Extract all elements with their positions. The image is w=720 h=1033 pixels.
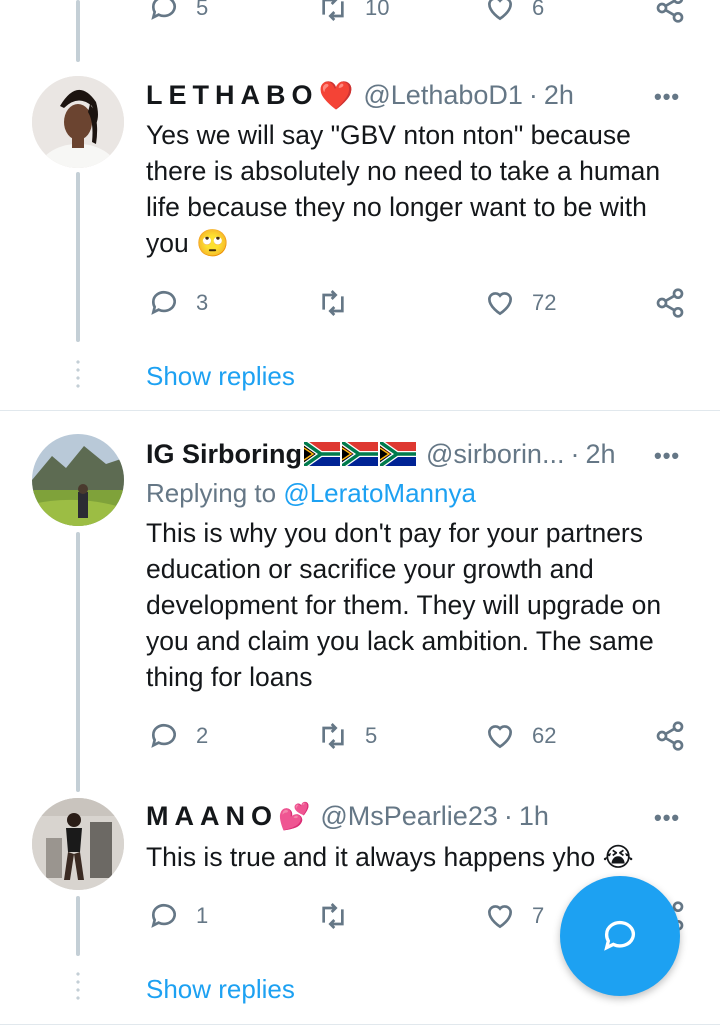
like-count: 72 (532, 290, 557, 315)
tweet-header: MAANO 💕 @MsPearlie23 · 1h (146, 799, 549, 833)
south-africa-flag-icon (342, 442, 379, 466)
compose-reply-button[interactable] (560, 876, 680, 996)
avatar-maano[interactable] (32, 798, 124, 890)
crying-emoji: 😭 (602, 842, 634, 872)
heart-icon (487, 292, 513, 316)
share-button[interactable] (654, 287, 686, 319)
display-name[interactable]: LETHABO (146, 80, 319, 111)
profile-photo (32, 76, 124, 168)
like-count: 6 (532, 0, 545, 20)
heart-icon (487, 0, 513, 21)
reply-icon (151, 290, 176, 315)
thread-line (76, 896, 80, 956)
like-button[interactable]: 72 (484, 287, 556, 319)
tweet-header: IG Sirboring @sirborin... · 2h (146, 437, 616, 471)
reply-count: 2 (196, 723, 209, 748)
reply-button[interactable]: 2 (148, 720, 208, 752)
retweet-button-prev[interactable]: 10 (317, 0, 389, 24)
like-count: 7 (532, 903, 545, 928)
reply-icon (151, 903, 176, 928)
profile-photo (32, 434, 124, 526)
more-options-icon[interactable]: ••• (654, 805, 680, 831)
show-replies-link[interactable]: Show replies (146, 974, 295, 1005)
heart-icon (487, 905, 513, 929)
share-icon (656, 288, 684, 318)
retweet-count: 10 (365, 0, 390, 20)
timestamp[interactable]: 1h (519, 801, 549, 832)
reply-button[interactable]: 3 (148, 287, 208, 319)
retweet-icon (322, 290, 344, 316)
like-count: 62 (532, 723, 557, 748)
separator: · (503, 800, 513, 831)
handle[interactable]: @sirborin... (426, 439, 564, 470)
divider (0, 1024, 720, 1025)
tweet-header: LETHABO ❤️ @LethaboD1 · 2h (146, 78, 574, 112)
like-button[interactable]: 7 (484, 900, 544, 932)
tweet-text: This is true and it always happens yho 😭 (146, 839, 696, 875)
heart-icon (487, 725, 513, 749)
thread-dots (76, 970, 80, 1002)
like-button-prev[interactable]: 6 (484, 0, 544, 24)
reply-icon (151, 723, 176, 748)
retweet-icon (322, 0, 344, 21)
more-options-icon[interactable]: ••• (654, 443, 680, 469)
tweet-text: This is why you don't pay for your partn… (146, 518, 662, 692)
retweet-button[interactable]: 5 (317, 720, 377, 752)
eye-roll-emoji: 🙄 (196, 228, 230, 258)
reply-count: 3 (196, 290, 209, 315)
share-icon (656, 721, 684, 751)
show-replies-link[interactable]: Show replies (146, 361, 295, 392)
retweet-icon (322, 903, 344, 929)
avatar-lethabo[interactable] (32, 76, 124, 168)
timestamp[interactable]: 2h (585, 439, 615, 470)
retweet-icon (322, 723, 344, 749)
mention-link[interactable]: @LeratoMannya (283, 478, 476, 508)
more-options-icon[interactable]: ••• (654, 84, 680, 110)
reply-button[interactable]: 1 (148, 900, 208, 932)
share-icon (656, 0, 684, 23)
avatar-sirboring[interactable] (32, 434, 124, 526)
retweet-button[interactable] (317, 287, 365, 319)
south-africa-flag-icon (380, 442, 417, 466)
reply-button-prev[interactable]: 5 (148, 0, 208, 24)
thread-line (76, 532, 80, 792)
thread-line (76, 172, 80, 342)
separator: · (570, 438, 580, 469)
profile-photo (32, 798, 124, 890)
replying-to: Replying to @LeratoMannya (146, 478, 476, 509)
handle[interactable]: @LethaboD1 (363, 80, 523, 111)
chat-bubble-icon (604, 920, 635, 951)
like-button[interactable]: 62 (484, 720, 556, 752)
replying-to-label: Replying to (146, 478, 277, 508)
timestamp[interactable]: 2h (544, 80, 574, 111)
retweet-button[interactable] (317, 900, 365, 932)
reply-count: 5 (196, 0, 209, 20)
share-button[interactable] (654, 720, 686, 752)
reply-count: 1 (196, 903, 209, 928)
share-button-prev[interactable] (654, 0, 686, 24)
display-name[interactable]: IG Sirboring (146, 439, 302, 470)
reply-icon (151, 0, 176, 20)
divider (0, 410, 720, 411)
two-hearts-emoji: 💕 (278, 800, 311, 831)
south-africa-flag-icon (304, 442, 341, 466)
heart-emoji: ❤️ (318, 79, 354, 111)
separator: · (528, 79, 538, 110)
retweet-count: 5 (365, 723, 378, 748)
tweet-text-body: This is true and it always happens yho (146, 842, 596, 872)
display-name[interactable]: MAANO (146, 801, 278, 832)
tweet-text: Yes we will say "GBV nton nton" because … (146, 117, 696, 261)
thread-line-top (76, 0, 80, 62)
handle[interactable]: @MsPearlie23 (320, 801, 497, 832)
thread-dots (76, 358, 80, 390)
